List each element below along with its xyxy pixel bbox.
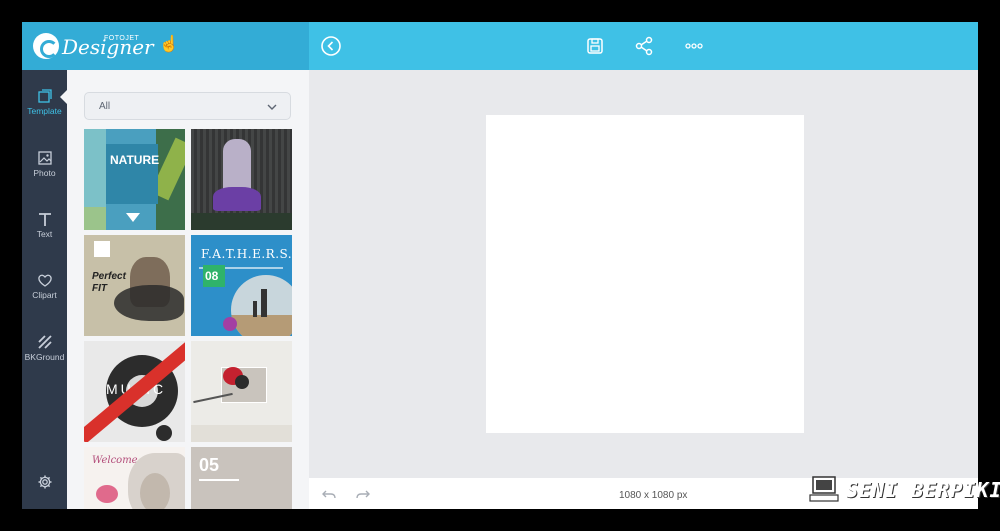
hand-cursor-icon: ☝	[159, 36, 179, 53]
template-thumb-welcome[interactable]: Welcome	[84, 447, 185, 509]
template-thumb-title: NATURE	[110, 153, 160, 167]
undo-icon	[322, 490, 336, 499]
template-thumb-flower-card[interactable]	[191, 341, 292, 442]
template-thumb-title: 05	[199, 455, 220, 475]
template-thumb-title: F.A.T.H.E.R.S.	[201, 247, 292, 261]
text-icon	[38, 213, 51, 226]
design-canvas[interactable]	[486, 115, 804, 433]
template-panel: All NATURE Perfect FIT F.A.T.H.E.R.S. 08…	[67, 70, 309, 509]
rail-item-label: Text	[36, 229, 53, 239]
heart-icon	[37, 274, 52, 287]
template-thumb-purple-tree[interactable]	[191, 129, 292, 230]
category-dropdown-value: All	[99, 101, 111, 112]
template-thumb-heart-05[interactable]: 05	[191, 447, 292, 509]
template-thumb-perfect-fit[interactable]: Perfect FIT	[84, 235, 185, 336]
rail-item-label: Photo	[33, 168, 56, 178]
template-thumb-title: Perfect FIT	[92, 271, 126, 294]
rail-item-clipart[interactable]: Clipart	[22, 272, 67, 332]
gear-icon	[38, 475, 51, 489]
settings-button[interactable]	[22, 474, 67, 494]
rail-item-label: Clipart	[32, 290, 57, 300]
app-window: FOTOJET Designer ☝ Template Photo Text C…	[22, 22, 978, 509]
rail-item-label: BKGround	[24, 352, 65, 362]
canvas-size-label: 1080 x 1080 px	[619, 490, 688, 501]
share-button[interactable]	[632, 34, 656, 58]
design-workspace	[309, 70, 978, 478]
photo-icon	[37, 151, 52, 165]
background-icon	[37, 335, 52, 349]
save-icon	[587, 38, 603, 54]
rail-item-text[interactable]: Text	[22, 211, 67, 271]
redo-button[interactable]	[355, 486, 371, 502]
template-thumb-title: Welcome	[92, 455, 138, 466]
active-indicator	[60, 90, 67, 104]
back-circle-icon	[321, 36, 341, 56]
chevron-down-icon	[267, 104, 277, 110]
back-button[interactable]	[319, 34, 343, 58]
template-thumb-fathers[interactable]: F.A.T.H.E.R.S. 08	[191, 235, 292, 336]
redo-icon	[356, 490, 370, 499]
rail-item-background[interactable]: BKGround	[22, 334, 67, 394]
template-thumb-badge: 08	[205, 269, 219, 283]
rail-item-label: Template	[27, 106, 62, 116]
save-button[interactable]	[583, 34, 607, 58]
computer-logo-icon	[809, 476, 839, 502]
category-dropdown[interactable]: All	[84, 92, 291, 120]
template-icon	[37, 89, 52, 103]
brand-area: FOTOJET Designer ☝	[22, 22, 309, 70]
more-dots-icon	[685, 43, 703, 49]
more-button[interactable]	[682, 34, 706, 58]
watermark-text: SENI BERPIKIR	[846, 478, 1000, 502]
triangle-icon	[126, 213, 140, 222]
rail-item-photo[interactable]: Photo	[22, 150, 67, 210]
left-tool-rail: Template Photo Text Clipart BKGround	[22, 70, 67, 509]
template-thumb-music[interactable]: MUSIC	[84, 341, 185, 442]
fotojet-logo-icon	[33, 33, 59, 59]
top-bar: FOTOJET Designer ☝	[22, 22, 978, 70]
undo-button[interactable]	[321, 486, 337, 502]
template-thumb-nature[interactable]: NATURE	[84, 129, 185, 230]
share-icon	[635, 36, 653, 56]
brand-name: Designer	[62, 35, 154, 59]
